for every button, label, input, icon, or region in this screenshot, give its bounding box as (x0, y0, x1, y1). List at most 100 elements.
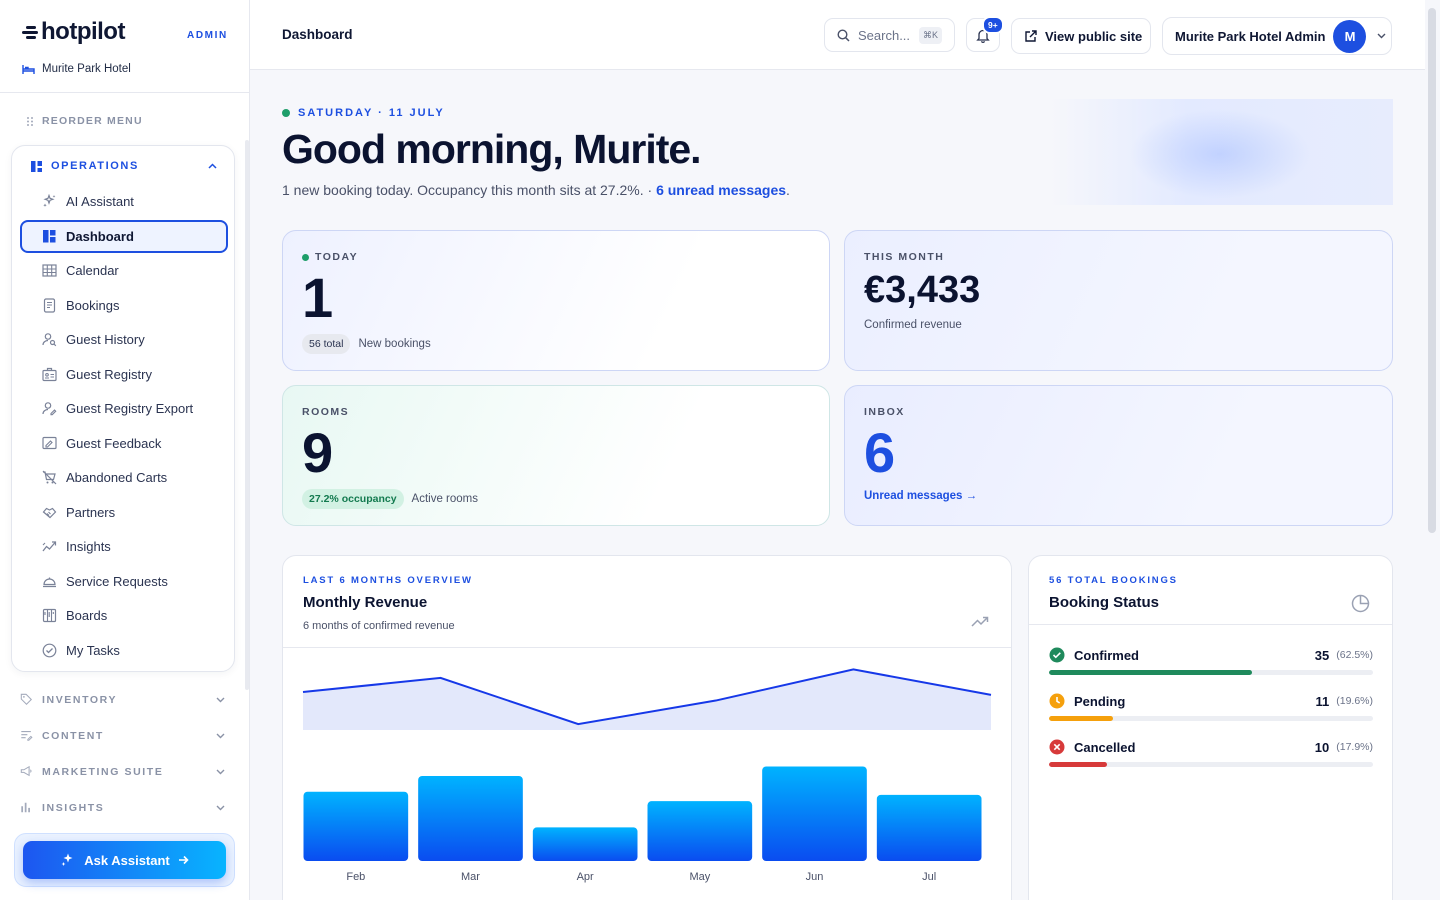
search-shortcut: ⌘K (919, 26, 943, 44)
ask-assistant-panel: Ask Assistant (14, 833, 235, 887)
page-scrollbar[interactable] (1428, 8, 1436, 533)
rooms-card[interactable]: ROOMS 9 27.2% occupancy Active rooms (282, 385, 830, 526)
sidebar-group-inventory[interactable]: INVENTORY (20, 693, 225, 706)
sidebar-item-label: Bookings (66, 297, 120, 313)
today-card[interactable]: TODAY 1 56 total New bookings (282, 230, 830, 371)
check-circle-icon (42, 643, 57, 658)
user-name: Murite Park Hotel Admin (1175, 28, 1326, 44)
user-menu-button[interactable]: Murite Park Hotel Admin M (1162, 17, 1392, 55)
status-title: Booking Status (1049, 594, 1160, 611)
registry-icon (42, 367, 57, 381)
hotel-selector[interactable]: Murite Park Hotel (22, 63, 131, 75)
dashboard-icon (43, 229, 56, 242)
trend-icon (42, 541, 57, 552)
month-label: THIS MONTH (864, 251, 945, 263)
status-progress-track (1049, 716, 1373, 721)
sidebar-item-label: Guest Registry Export (66, 401, 194, 417)
sidebar-item-calendar[interactable]: Calendar (20, 254, 228, 289)
ask-assistant-button[interactable]: Ask Assistant (23, 841, 226, 879)
total-bookings-pill: 56 total (302, 334, 351, 354)
status-count: 35 (1314, 647, 1330, 663)
sidebar-group-content[interactable]: CONTENT (20, 729, 225, 742)
sidebar-item-insights[interactable]: Insights (20, 530, 228, 565)
revenue-chart: Feb Mar Apr May Jun Jul (302, 668, 992, 883)
sidebar-item-guest-history[interactable]: Guest History (20, 323, 228, 358)
sidebar-item-abandoned-carts[interactable]: Abandoned Carts (20, 461, 228, 496)
chevron-down-icon (216, 805, 225, 810)
sidebar-item-label: Abandoned Carts (66, 470, 168, 486)
revenue-bar-feb[interactable] (303, 791, 409, 861)
occupancy-pill: 27.2% occupancy (302, 489, 404, 509)
this-month-card[interactable]: THIS MONTH €3,433 Confirmed revenue (844, 230, 1393, 371)
status-name: Cancelled (1074, 739, 1136, 755)
revenue-bar-mar[interactable] (418, 775, 523, 861)
sidebar-item-boards[interactable]: Boards (20, 599, 228, 634)
sidebar-item-label: Insights (66, 539, 111, 555)
inbox-label: INBOX (864, 406, 905, 418)
rooms-value: 9 (302, 421, 334, 484)
operations-toggle[interactable]: OPERATIONS (31, 160, 217, 172)
monthly-revenue-panel: LAST 6 MONTHS OVERVIEW Monthly Revenue 6… (282, 555, 1012, 900)
sidebar-item-guest-registry-export[interactable]: Guest Registry Export (20, 392, 228, 427)
revenue-bar-apr[interactable] (532, 827, 638, 861)
month-revenue-value: €3,433 (864, 269, 981, 311)
sidebar-item-ai-assistant[interactable]: AI Assistant (20, 184, 228, 219)
notification-badge: 9+ (982, 16, 1004, 34)
today-label: TODAY (302, 251, 358, 263)
reorder-menu-button[interactable]: REORDER MENU (26, 115, 143, 127)
operations-group: OPERATIONS AI Assistant Dashboard Calendar… (11, 145, 235, 672)
notifications-button[interactable]: 9+ (966, 16, 1004, 52)
sidebar-scrollbar[interactable] (245, 140, 249, 690)
sidebar-item-label: Service Requests (66, 573, 168, 589)
status-divider (1029, 624, 1392, 625)
sidebar-group-insights[interactable]: INSIGHTS (20, 801, 225, 814)
calendar-icon (42, 264, 57, 277)
status-kicker: 56 TOTAL BOOKINGS (1049, 575, 1178, 586)
status-name: Confirmed (1074, 647, 1139, 663)
topbar: Dashboard Search... ⌘K 9+ View public si… (250, 0, 1425, 70)
megaphone-icon (20, 765, 32, 777)
sidebar-item-dashboard[interactable]: Dashboard (20, 219, 228, 253)
sidebar-item-my-tasks[interactable]: My Tasks (20, 633, 228, 668)
sidebar-divider (0, 92, 249, 93)
sidebar-group-marketing-suite[interactable]: MARKETING SUITE (20, 765, 225, 778)
live-dot (302, 253, 309, 261)
greeting-heading: Good morning, Murite. (282, 126, 702, 172)
revenue-bar-jul[interactable] (876, 794, 982, 861)
unread-messages-link[interactable]: Unread messages → (864, 490, 977, 502)
bed-icon (22, 64, 35, 74)
sidebar-item-label: Guest Feedback (66, 435, 162, 451)
hero-decoration (1050, 99, 1393, 205)
search-input[interactable]: Search... ⌘K (824, 18, 955, 52)
view-public-site-button[interactable]: View public site (1011, 18, 1151, 54)
sidebar-item-guest-feedback[interactable]: Guest Feedback (20, 426, 228, 461)
status-count: 11 (1315, 693, 1330, 709)
chevron-down-icon (216, 733, 225, 738)
pie-chart-icon[interactable] (1351, 594, 1370, 613)
sidebar-item-guest-registry[interactable]: Guest Registry (20, 357, 228, 392)
summary-line: 1 new booking today. Occupancy this mont… (282, 182, 790, 198)
sidebar-item-label: Dashboard (66, 228, 134, 244)
operations-label: OPERATIONS (51, 160, 139, 172)
sidebar: hotpilot ADMIN Murite Park Hotel REORDER… (0, 0, 250, 900)
date-line: SATURDAY · 11 JULY (282, 107, 445, 119)
revenue-bar-jun[interactable] (762, 766, 867, 862)
brand-logo[interactable]: hotpilot (22, 18, 125, 46)
summary-end: . (786, 182, 790, 198)
sidebar-item-partners[interactable]: Partners (20, 495, 228, 530)
sidebar-item-service-requests[interactable]: Service Requests (20, 564, 228, 599)
x-tick-label: Apr (577, 871, 594, 883)
sidebar-item-bookings[interactable]: Bookings (20, 288, 228, 323)
month-caption: Confirmed revenue (864, 319, 962, 331)
check-circle-icon (1049, 647, 1065, 663)
status-progress-fill (1049, 670, 1252, 675)
revenue-bar-may[interactable] (647, 801, 753, 861)
x-tick-label: Feb (346, 871, 365, 883)
unread-messages-link[interactable]: 6 unread messages (656, 182, 786, 198)
revenue-kicker: LAST 6 MONTHS OVERVIEW (303, 575, 473, 586)
bar-chart-icon (21, 802, 30, 813)
status-row-header: Cancelled 10 (17.9%) (1049, 739, 1373, 755)
status-count: 10 (1314, 739, 1330, 755)
inbox-card[interactable]: INBOX 6 Unread messages → (844, 385, 1393, 526)
x-tick-label: Jun (806, 871, 824, 883)
